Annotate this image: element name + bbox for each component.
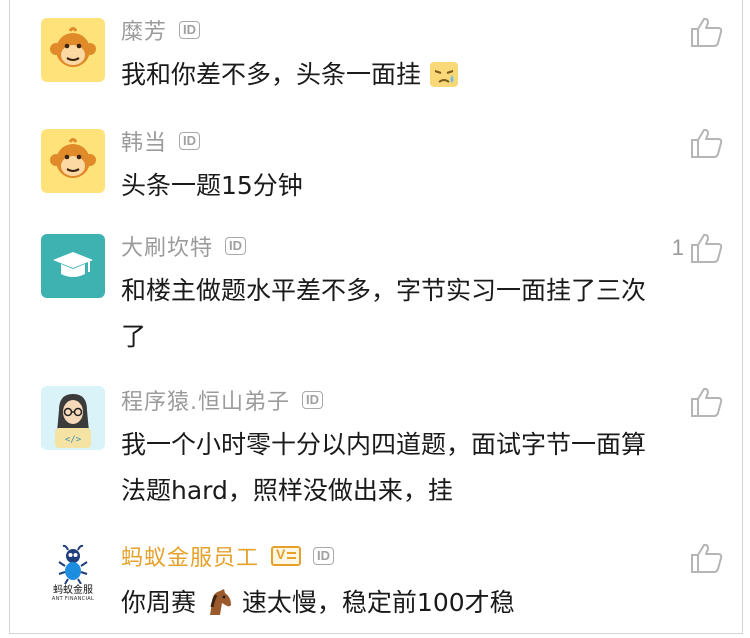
svg-text:</>: </> [65, 435, 82, 445]
crying-face-icon [429, 62, 458, 87]
user-name[interactable]: 糜芳 [121, 14, 167, 46]
comment-text: 我一个小时零十分以内四道题，面试字节一面算法题hard，照样没做出来，挂 [121, 430, 647, 505]
graduation-cap-icon [53, 252, 93, 277]
thumbs-up-icon [691, 128, 723, 158]
coder-icon: </> [55, 394, 91, 448]
graduation-cap-avatar[interactable] [41, 234, 105, 298]
comment-text: 头条一题15分钟 [121, 171, 303, 200]
id-badge: ID [179, 21, 201, 39]
monkey-avatar[interactable] [41, 129, 105, 193]
thumbs-up-icon [691, 233, 723, 263]
id-badge: ID [313, 547, 335, 565]
monkey-icon [50, 27, 96, 67]
coder-avatar[interactable]: </> [41, 386, 105, 450]
comment-text-after: 速太慢，稳定前100才稳 [241, 588, 515, 617]
name-row: 大刷坎特 ID [121, 230, 247, 262]
comment-text: 和楼主做题水平差不多，字节实习一面挂了三次了 [121, 276, 647, 351]
like-button[interactable]: 1 [644, 230, 724, 266]
name-row: 蚂蚁金服员工 V ID [121, 540, 335, 572]
user-name[interactable]: 大刷坎特 [121, 230, 213, 262]
vip-badge-letter: V [276, 546, 286, 562]
user-name[interactable]: 韩当 [121, 125, 167, 157]
user-name[interactable]: 蚂蚁金服员工 [121, 540, 259, 572]
comment-text-before: 你周赛 [121, 588, 197, 617]
vip-badge: V [271, 546, 302, 566]
monkey-icon [50, 138, 96, 178]
user-name[interactable]: 程序猿.恒山弟子 [121, 384, 290, 416]
avatar-caption-sub: ANT FINANCIAL [51, 596, 95, 602]
avatar-caption: 蚂蚁金服 [53, 585, 93, 596]
monkey-avatar[interactable] [41, 18, 105, 82]
like-button[interactable] [684, 540, 724, 576]
comment-text: 我和你差不多，头条一面挂 [121, 52, 666, 98]
horse-icon [209, 589, 231, 615]
like-button[interactable] [684, 384, 724, 420]
id-badge: ID [302, 391, 323, 409]
name-row: 糜芳 ID [121, 14, 201, 46]
id-badge: ID [179, 132, 201, 150]
comment-text-content: 我和你差不多，头条一面挂 [121, 60, 422, 89]
thumbs-up-icon [691, 17, 723, 47]
thumbs-up-icon [691, 387, 723, 417]
name-row: 程序猿.恒山弟子 ID [121, 384, 323, 416]
id-badge: ID [225, 237, 247, 255]
comment-text: 你周赛 速太慢，稳定前100才稳 [121, 580, 666, 626]
like-button[interactable] [684, 125, 724, 161]
ant-avatar[interactable]: 蚂蚁金服 ANT FINANCIAL [41, 544, 105, 608]
like-count: 1 [671, 235, 684, 260]
name-row: 韩当 ID [121, 125, 201, 157]
like-button[interactable] [684, 14, 724, 50]
ant-icon [58, 544, 88, 584]
thumbs-up-icon [691, 543, 723, 573]
comment-list: 糜芳 ID 我和你差不多，头条一面挂 韩当 ID 头条一题15分钟 大刷坎特 I… [9, 0, 743, 634]
